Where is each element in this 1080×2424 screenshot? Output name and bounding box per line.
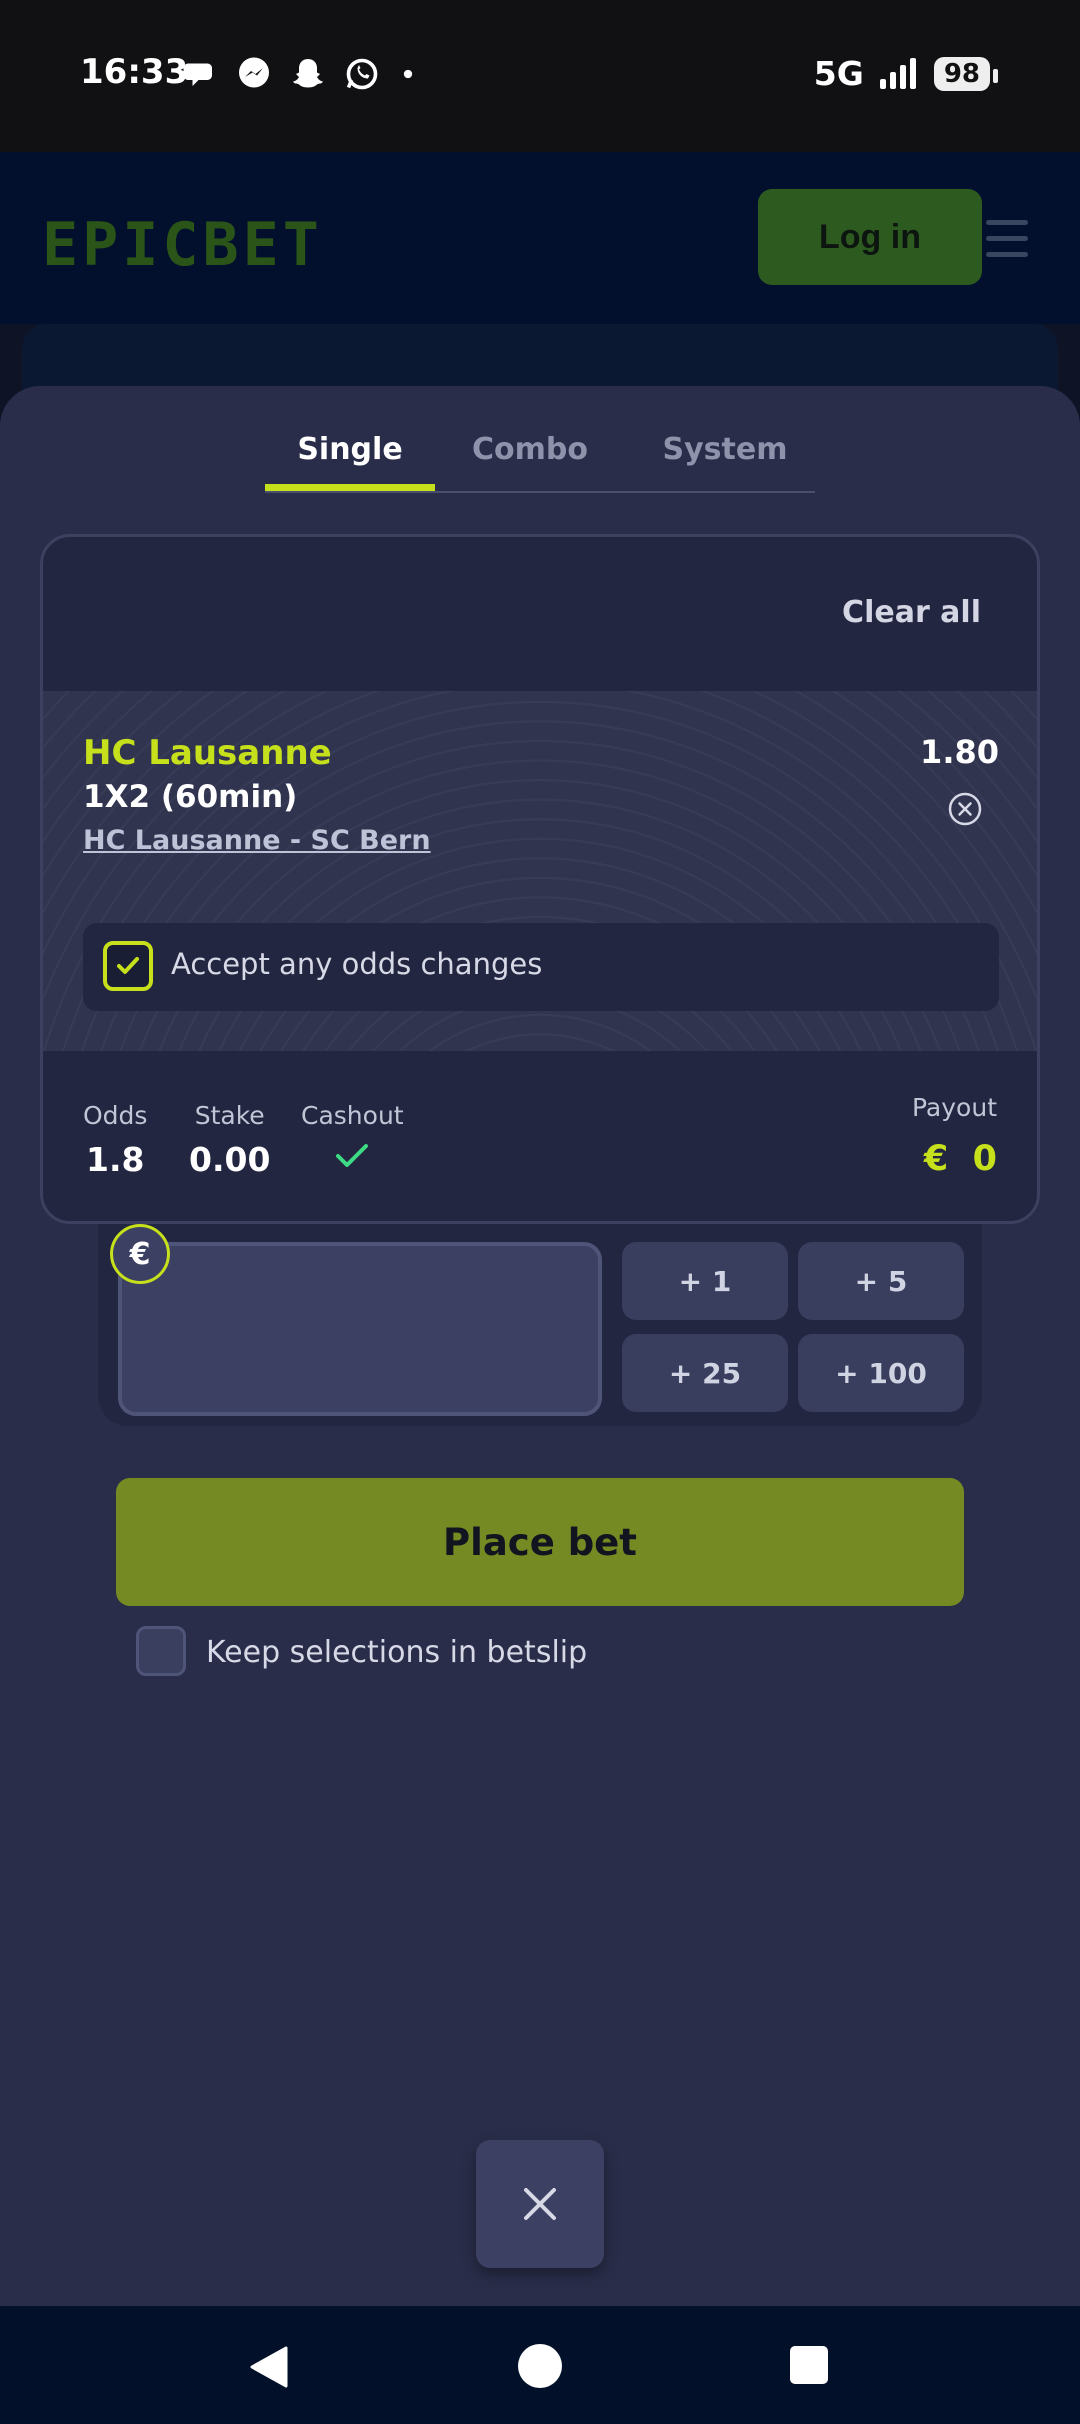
signal-icon xyxy=(879,57,916,89)
payout-value: € 0 xyxy=(924,1139,997,1179)
selection-team: HC Lausanne xyxy=(83,733,332,773)
payout-label: Payout xyxy=(911,1093,997,1122)
accept-odds-label: Accept any odds changes xyxy=(171,947,543,981)
back-icon[interactable] xyxy=(246,2344,290,2390)
checkmark-icon xyxy=(117,957,139,974)
keep-selections-label: Keep selections in betslip xyxy=(206,1635,588,1670)
euro-currency-icon: € xyxy=(110,1224,170,1284)
betslip-tabs: Single Combo System xyxy=(265,386,815,494)
summary-odds: Odds 1.8 xyxy=(83,1101,147,1179)
cashout-checkmark-icon xyxy=(336,1144,369,1167)
selection-market: 1X2 (60min) xyxy=(83,779,298,815)
place-bet-button[interactable]: Place bet xyxy=(116,1478,964,1606)
dot-icon xyxy=(403,69,413,79)
status-bar: 16:33 5G 98 xyxy=(0,0,1080,152)
messenger-icon xyxy=(239,57,269,88)
odds-value: 1.8 xyxy=(85,1140,145,1179)
summary-stake: Stake 0.00 xyxy=(189,1101,270,1179)
whatsapp-icon xyxy=(346,58,378,90)
status-time: 16:33 xyxy=(80,52,189,92)
stake-input[interactable] xyxy=(118,1242,602,1416)
stake-label: Stake xyxy=(194,1101,265,1130)
bet-selection: HC Lausanne 1X2 (60min) HC Lausanne - SC… xyxy=(43,691,1037,1051)
accept-odds-checkbox[interactable] xyxy=(103,941,153,991)
quick-stake-25-button[interactable]: + 25 xyxy=(622,1334,788,1412)
recents-icon[interactable] xyxy=(790,2346,828,2384)
bet-summary: Odds 1.8 Stake 0.00 Cashout Payout € 0 xyxy=(43,1051,1037,1221)
snapchat-icon xyxy=(293,59,323,88)
match-link[interactable]: HC Lausanne - SC Bern xyxy=(83,825,431,856)
bet-card: Clear all HC Lausanne 1X2 (60min) HC Lau… xyxy=(40,534,1040,1224)
clear-all-button[interactable]: Clear all xyxy=(842,595,981,630)
status-right: 5G 98 xyxy=(813,54,999,93)
stake-panel: € + 1 + 5 + 25 + 100 xyxy=(98,1224,982,1426)
selection-odds: 1.80 xyxy=(920,733,999,771)
quick-stake-100-button[interactable]: + 100 xyxy=(798,1334,964,1412)
odds-label: Odds xyxy=(83,1101,148,1130)
tab-combo[interactable]: Combo xyxy=(455,432,605,494)
summary-cashout: Cashout xyxy=(301,1101,404,1179)
close-icon xyxy=(524,2188,556,2220)
payout-currency: € xyxy=(923,1139,949,1179)
tab-system[interactable]: System xyxy=(635,432,815,494)
battery-indicator: 98 xyxy=(933,56,999,91)
app-header: EPICBET Log in xyxy=(0,152,1080,324)
home-icon[interactable] xyxy=(518,2344,562,2388)
tab-single[interactable]: Single xyxy=(265,432,435,494)
notification-icons xyxy=(182,56,418,92)
epicbet-logo: EPICBET xyxy=(42,210,323,280)
remove-selection-icon[interactable] xyxy=(947,791,983,827)
betslip-sheet: Single Combo System Clear all HC Lausann… xyxy=(0,386,1080,2306)
cashout-label: Cashout xyxy=(301,1101,404,1130)
system-nav-bar xyxy=(0,2306,1080,2424)
cashout-check xyxy=(301,1140,404,1179)
payout-amount: 0 xyxy=(972,1139,997,1179)
quick-stake-1-button[interactable]: + 1 xyxy=(622,1242,788,1320)
quick-stake-5-button[interactable]: + 5 xyxy=(798,1242,964,1320)
chat-bubble-icon xyxy=(183,63,212,86)
menu-icon[interactable] xyxy=(986,220,1028,268)
close-betslip-button[interactable] xyxy=(476,2140,604,2268)
stake-value: 0.00 xyxy=(189,1140,271,1179)
network-label: 5G xyxy=(813,54,864,93)
keep-selections-checkbox[interactable] xyxy=(136,1626,186,1676)
login-button[interactable]: Log in xyxy=(758,189,982,285)
accept-odds-row[interactable]: Accept any odds changes xyxy=(83,923,999,1011)
